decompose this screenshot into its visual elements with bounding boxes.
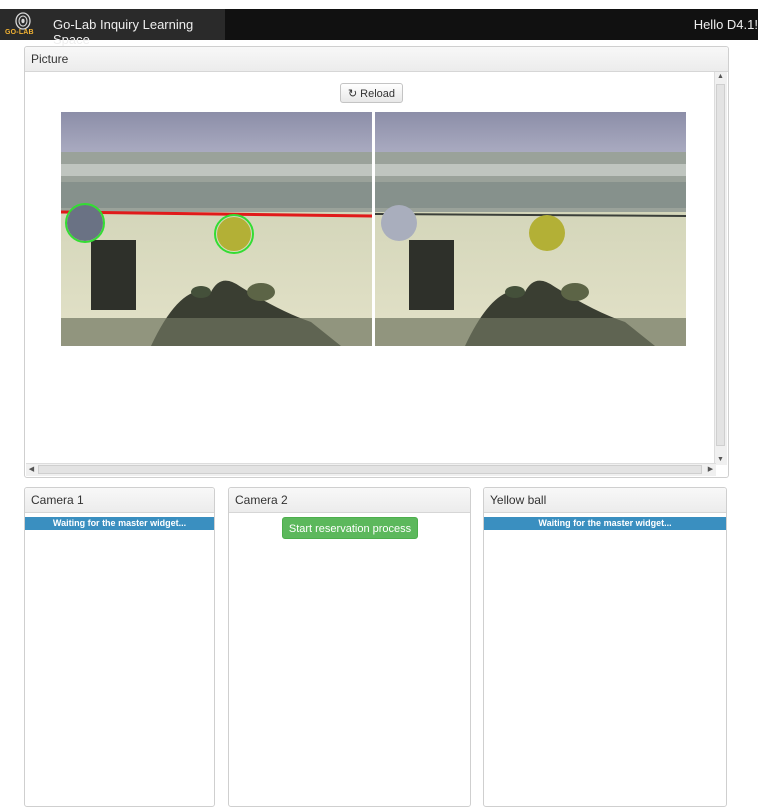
camera2-panel: Camera 2 Start reservation process: [228, 487, 471, 807]
app-title[interactable]: Go-Lab Inquiry Learning Space: [53, 17, 225, 47]
scroll-down-icon[interactable]: ▼: [715, 455, 726, 465]
scroll-left-icon[interactable]: ◀: [26, 465, 37, 475]
status-message: Waiting for the master widget...: [25, 517, 214, 530]
horizontal-scrollbar[interactable]: ◀ ▶: [26, 463, 716, 476]
status-message: Waiting for the master widget...: [484, 517, 726, 530]
logo-text: GO-LAB: [5, 29, 34, 36]
picture-content: ↻ Reload: [26, 72, 716, 465]
scroll-up-icon[interactable]: ▲: [715, 72, 726, 82]
brand[interactable]: GO-LAB Go-Lab Inquiry Learning Space: [0, 9, 225, 47]
reload-label: Reload: [360, 88, 396, 100]
top-navbar: GO-LAB Go-Lab Inquiry Learning Space Hel…: [0, 9, 758, 47]
raw-camera-image: [375, 112, 686, 346]
panel-title: Camera 2: [229, 488, 470, 513]
picture-panel: Picture ↻ Reload ▲ ▼ ◀ ▶: [24, 46, 729, 478]
vertical-scrollbar[interactable]: ▲ ▼: [714, 72, 727, 465]
annotated-camera-image: [61, 112, 372, 346]
panel-title: Yellow ball: [484, 488, 726, 513]
scroll-right-icon[interactable]: ▶: [705, 465, 716, 475]
refresh-icon: ↻: [347, 88, 358, 100]
reload-button[interactable]: ↻ Reload: [340, 83, 403, 103]
scroll-thumb[interactable]: [716, 84, 725, 446]
scroll-thumb[interactable]: [38, 465, 702, 474]
panel-title: Camera 1: [25, 488, 214, 513]
user-greeting[interactable]: Hello D4.1!: [694, 17, 758, 32]
panel-title: Picture: [25, 47, 728, 72]
camera1-panel: Camera 1 Waiting for the master widget..…: [24, 487, 215, 807]
start-reservation-button[interactable]: Start reservation process: [282, 517, 418, 539]
yellow-ball-panel: Yellow ball Waiting for the master widge…: [483, 487, 727, 807]
